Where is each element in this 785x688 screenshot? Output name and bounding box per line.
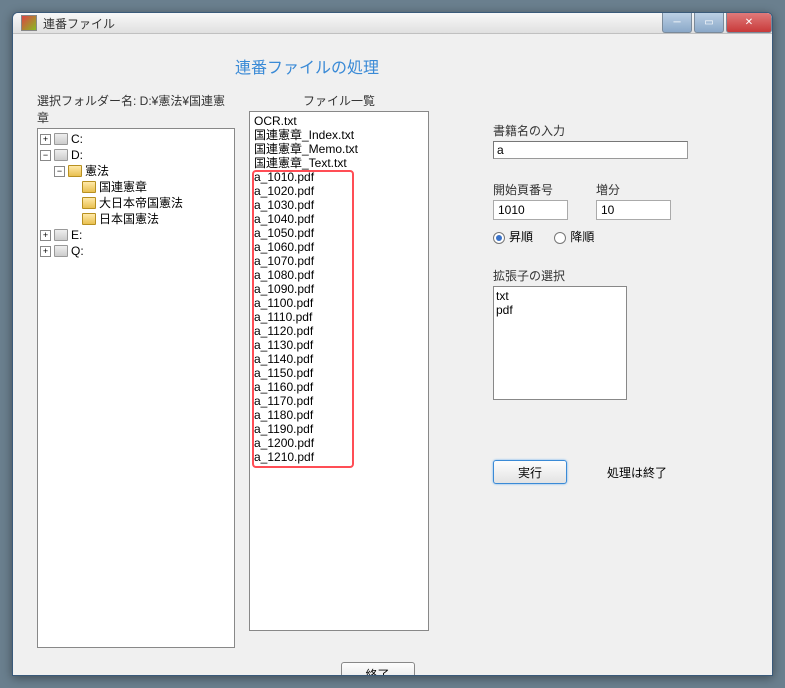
file-item[interactable]: 国連憲章_Memo.txt: [252, 142, 426, 156]
drive-d[interactable]: − D:: [40, 147, 232, 163]
extension-item[interactable]: txt: [496, 289, 624, 303]
file-item[interactable]: a_1050.pdf: [252, 226, 426, 240]
drive-c[interactable]: + C:: [40, 131, 232, 147]
file-list-label: ファイル一覧: [249, 92, 429, 109]
file-item[interactable]: 国連憲章_Text.txt: [252, 156, 426, 170]
extension-item[interactable]: pdf: [496, 303, 624, 317]
file-item[interactable]: a_1130.pdf: [252, 338, 426, 352]
expand-icon[interactable]: +: [40, 230, 51, 241]
bookname-label: 書籍名の入力: [493, 122, 748, 139]
minimize-button[interactable]: ─: [662, 13, 692, 33]
radio-icon: [493, 232, 505, 244]
folder-kenpou[interactable]: − 憲法: [40, 163, 232, 179]
folder-icon: [82, 213, 96, 225]
drive-icon: [54, 245, 68, 257]
radio-icon: [554, 232, 566, 244]
bookname-input[interactable]: [493, 141, 688, 159]
folder-label: 日本国憲法: [99, 211, 159, 227]
folder-tree[interactable]: + C: − D: − 憲法: [37, 128, 235, 648]
close-button[interactable]: ✕: [726, 13, 772, 33]
window-controls: ─ ▭ ✕: [662, 13, 772, 33]
app-icon: [21, 15, 37, 31]
extension-label: 拡張子の選択: [493, 267, 748, 284]
file-item[interactable]: a_1110.pdf: [252, 310, 426, 324]
folder-label: 国連憲章: [99, 179, 147, 195]
folder-kokuren[interactable]: 国連憲章: [40, 179, 232, 195]
content-area: 連番ファイルの処理 選択フォルダー名: D:¥憲法¥国連憲章 + C: − D:: [13, 34, 772, 676]
folder-icon: [82, 181, 96, 193]
file-item[interactable]: a_1090.pdf: [252, 282, 426, 296]
folder-label: 大日本帝国憲法: [99, 195, 183, 211]
sort-desc-radio[interactable]: 降順: [554, 230, 594, 244]
titlebar: 連番ファイル ─ ▭ ✕: [13, 13, 772, 34]
file-item[interactable]: a_1170.pdf: [252, 394, 426, 408]
extension-listbox[interactable]: txtpdf: [493, 286, 627, 400]
drive-label: D:: [71, 147, 83, 163]
file-item[interactable]: a_1150.pdf: [252, 366, 426, 380]
drive-q[interactable]: + Q:: [40, 243, 232, 259]
file-item[interactable]: a_1210.pdf: [252, 450, 426, 464]
file-item[interactable]: a_1100.pdf: [252, 296, 426, 310]
drive-e[interactable]: + E:: [40, 227, 232, 243]
drive-icon: [54, 133, 68, 145]
file-item[interactable]: a_1080.pdf: [252, 268, 426, 282]
file-item[interactable]: a_1160.pdf: [252, 380, 426, 394]
collapse-icon[interactable]: −: [40, 150, 51, 161]
file-item[interactable]: 国連憲章_Index.txt: [252, 128, 426, 142]
file-item[interactable]: a_1120.pdf: [252, 324, 426, 338]
increment-label: 増分: [596, 181, 671, 198]
folder-path-label: 選択フォルダー名: D:¥憲法¥国連憲章: [37, 92, 235, 126]
file-item[interactable]: a_1010.pdf: [252, 170, 426, 184]
file-item[interactable]: a_1190.pdf: [252, 422, 426, 436]
page-heading: 連番ファイルの処理: [207, 54, 407, 78]
file-item[interactable]: a_1070.pdf: [252, 254, 426, 268]
file-item[interactable]: a_1180.pdf: [252, 408, 426, 422]
file-item[interactable]: a_1140.pdf: [252, 352, 426, 366]
sort-asc-radio[interactable]: 昇順: [493, 230, 533, 244]
folder-label: 憲法: [85, 163, 109, 179]
file-item[interactable]: a_1030.pdf: [252, 198, 426, 212]
drive-label: C:: [71, 131, 83, 147]
file-item[interactable]: OCR.txt: [252, 114, 426, 128]
drive-label: Q:: [71, 243, 84, 259]
file-item[interactable]: a_1020.pdf: [252, 184, 426, 198]
file-item[interactable]: a_1200.pdf: [252, 436, 426, 450]
drive-icon: [54, 229, 68, 241]
window-title: 連番ファイル: [43, 15, 662, 32]
status-text: 処理は終了: [607, 464, 667, 481]
app-window: 連番ファイル ─ ▭ ✕ 連番ファイルの処理 選択フォルダー名: D:¥憲法¥国…: [12, 12, 773, 676]
drive-label: E:: [71, 227, 82, 243]
maximize-button[interactable]: ▭: [694, 13, 724, 33]
file-item[interactable]: a_1040.pdf: [252, 212, 426, 226]
increment-input[interactable]: [596, 200, 671, 220]
folder-icon: [82, 197, 96, 209]
file-item[interactable]: a_1060.pdf: [252, 240, 426, 254]
exit-button[interactable]: 終了: [341, 662, 415, 676]
expand-icon[interactable]: +: [40, 134, 51, 145]
drive-icon: [54, 149, 68, 161]
folder-nippon[interactable]: 日本国憲法: [40, 211, 232, 227]
start-page-input[interactable]: [493, 200, 568, 220]
collapse-icon[interactable]: −: [54, 166, 65, 177]
start-page-label: 開始頁番号: [493, 181, 568, 198]
execute-button[interactable]: 実行: [493, 460, 567, 484]
file-list[interactable]: OCR.txt国連憲章_Index.txt国連憲章_Memo.txt国連憲章_T…: [249, 111, 429, 631]
folder-icon: [68, 165, 82, 177]
expand-icon[interactable]: +: [40, 246, 51, 257]
folder-dainippon[interactable]: 大日本帝国憲法: [40, 195, 232, 211]
